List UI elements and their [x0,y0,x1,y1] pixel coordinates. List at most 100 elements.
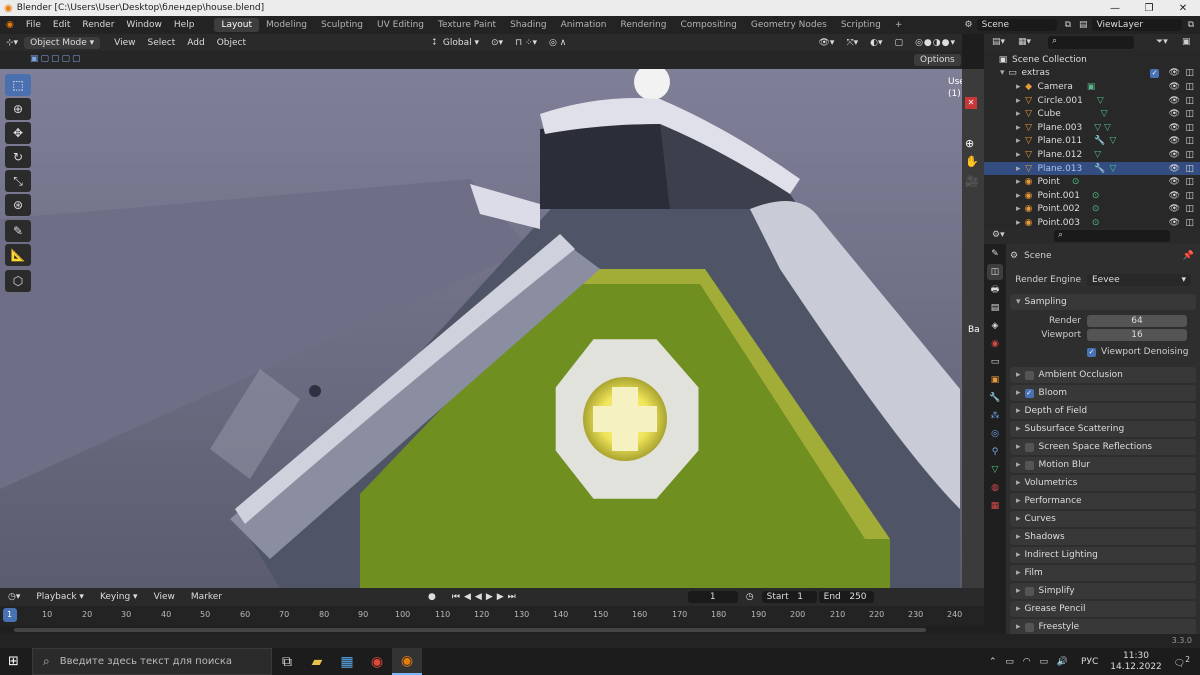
record-icon[interactable]: ● [420,592,444,602]
render-icon[interactable]: ◫ [1185,218,1194,228]
pivot-icon[interactable]: ⊙▾ [485,38,509,48]
viewport-denoising-row[interactable]: ✓ Viewport Denoising [1006,347,1200,357]
expand-icon[interactable]: ▸ [1016,204,1021,214]
render-icon[interactable]: ◫ [1185,136,1194,146]
panel-indirect-lighting[interactable]: ▸ Indirect Lighting [1010,547,1196,563]
expand-icon[interactable]: ▸ [1016,136,1021,146]
zoom-icon[interactable]: ⊕ [965,137,974,150]
visibility-icon[interactable]: 👁▾ [813,38,841,48]
keyboard-language[interactable]: РУС [1081,657,1098,667]
camera-view-icon[interactable]: 🎥 [965,175,979,188]
modifier-tab-icon[interactable]: 🔧 [987,390,1003,406]
expand-icon[interactable]: ▸ [1016,150,1021,160]
gizmo-icon[interactable]: ⤧▾ [840,38,864,48]
menu-object[interactable]: Object [211,38,252,48]
maximize-icon[interactable]: ❐ [1132,3,1166,14]
panel-simplify[interactable]: ▸ Simplify [1010,583,1196,599]
scene-icon[interactable]: ⚙ [965,20,973,30]
data-tab-icon[interactable]: ▽ [987,462,1003,478]
menu-file[interactable]: File [20,20,47,30]
eye-icon[interactable]: 👁 [1169,68,1180,78]
eye-icon[interactable]: 👁 [1169,82,1180,92]
viewlayer-icon[interactable]: ▤ [1079,20,1088,30]
eye-icon[interactable]: 👁 [1169,218,1180,228]
snap-icon[interactable]: ⊓ ⁘▾ [509,38,543,48]
tab-texture-paint[interactable]: Texture Paint [431,18,503,32]
xray-icon[interactable]: ▢ [889,38,910,48]
tab-modeling[interactable]: Modeling [259,18,314,32]
viewport-samples-field[interactable]: 16 [1087,329,1187,341]
move-tool-icon[interactable]: ✥ [5,122,31,144]
eye-icon[interactable]: 👁 [1169,123,1180,133]
outliner-row[interactable]: ▾ ▭ extras ✓ 👁 ◫ [984,67,1200,81]
expand-icon[interactable]: ▸ [1016,123,1021,133]
outliner-row[interactable]: ▸ ◆ Camera ▣ 👁 ◫ [984,80,1200,94]
render-icon[interactable]: ◫ [1185,96,1194,106]
notifications-icon[interactable]: 🗨2 [1174,655,1190,669]
simplify-checkbox[interactable] [1024,586,1034,596]
shading-modes-icon[interactable]: ◎●◑●▾ [909,38,962,48]
panel-bloom[interactable]: ▸ ✓ Bloom [1010,385,1196,401]
render-engine-dropdown[interactable]: Eevee ▾ [1087,274,1191,286]
motion-blur-checkbox[interactable] [1024,460,1034,470]
overlay-icon[interactable]: ◐▾ [864,38,888,48]
panel-freestyle[interactable]: ▸ Freestyle [1010,619,1196,634]
constraints-tab-icon[interactable]: ⚲ [987,444,1003,460]
cursor-tool-icon[interactable]: ⊕ [5,98,31,120]
physics-tab-icon[interactable]: ◎ [987,426,1003,442]
expand-icon[interactable]: ▸ [1016,191,1021,201]
world-tab-icon[interactable]: ◉ [987,336,1003,352]
clock-icon[interactable]: ◷ [738,592,762,602]
panel-shadows[interactable]: ▸ Shadows [1010,529,1196,545]
eye-icon[interactable]: 👁 [1169,177,1180,187]
transform-orientation[interactable]: Global ▾ [437,38,485,48]
tab-scripting[interactable]: Scripting [834,18,888,32]
expand-icon[interactable]: ▸ [1016,109,1021,119]
expand-icon[interactable]: ▸ [1016,164,1021,174]
panel-film[interactable]: ▸ Film [1010,565,1196,581]
rotate-tool-icon[interactable]: ↻ [5,146,31,168]
material-tab-icon[interactable]: ◍ [987,480,1003,496]
select-mode-icons[interactable]: ▣▢▢▢▢ [30,54,83,64]
tab-layout[interactable]: Layout [214,18,260,32]
options-button[interactable]: Options [914,54,961,66]
3d-viewport[interactable]: Use (1) [0,69,962,588]
start-frame-field[interactable]: Start 1 [761,591,817,603]
current-frame-field[interactable]: 1 [687,591,738,603]
ambient-occlusion-checkbox[interactable] [1024,370,1034,380]
panel-grease-pencil[interactable]: ▸ Grease Pencil [1010,601,1196,617]
expand-icon[interactable]: ▸ [1016,96,1021,106]
viewlayer-field[interactable]: ViewLayer [1091,19,1182,31]
eye-icon[interactable]: 👁 [1169,96,1180,106]
select-box-tool-icon[interactable]: ⬚ [5,74,31,96]
menu-help[interactable]: Help [168,20,201,30]
particles-tab-icon[interactable]: ⁂ [987,408,1003,424]
scene-field[interactable]: Scene [976,19,1057,31]
tab-rendering[interactable]: Rendering [614,18,674,32]
pin-icon[interactable]: 📌 [1183,251,1194,261]
expand-icon[interactable]: ▸ [1016,218,1021,228]
outliner-row[interactable]: ▸ ▽ Plane.012 ▽ 👁 ◫ [984,148,1200,162]
render-icon[interactable]: ◫ [1185,150,1194,160]
render-icon[interactable]: ◫ [1185,109,1194,119]
new-scene-icon[interactable]: ⧉ [1065,20,1071,30]
new-collection-icon[interactable]: ▣ [1182,37,1191,47]
viewport-denoising-checkbox[interactable]: ✓ [1087,347,1096,357]
mail-app-icon[interactable]: ▦ [332,648,362,675]
tab-shading[interactable]: Shading [503,18,554,32]
render-samples-field[interactable]: 64 [1087,315,1187,327]
menu-view[interactable]: View [108,38,141,48]
outliner-row[interactable]: ▸ ◉ Point.001 ⊙ 👁 ◫ [984,189,1200,203]
task-view-icon[interactable]: ⧉ [272,648,302,675]
outliner-editor-icon[interactable]: ▤▾ [992,37,1005,47]
menu-timeline-view[interactable]: View [146,592,183,602]
transform-tool-icon[interactable]: ⊛ [5,194,31,216]
eye-icon[interactable]: 👁 [1169,164,1180,174]
expand-icon[interactable]: ▸ [1016,177,1021,187]
new-viewlayer-icon[interactable]: ⧉ [1188,20,1194,30]
expand-icon[interactable]: ▾ [1000,68,1005,78]
ssr-checkbox[interactable] [1024,442,1034,452]
proportional-edit-icon[interactable]: ◎ ∧ [543,38,572,48]
taskbar-search[interactable]: ⌕ Введите здесь текст для поиска [32,648,272,675]
freestyle-checkbox[interactable] [1024,622,1034,632]
